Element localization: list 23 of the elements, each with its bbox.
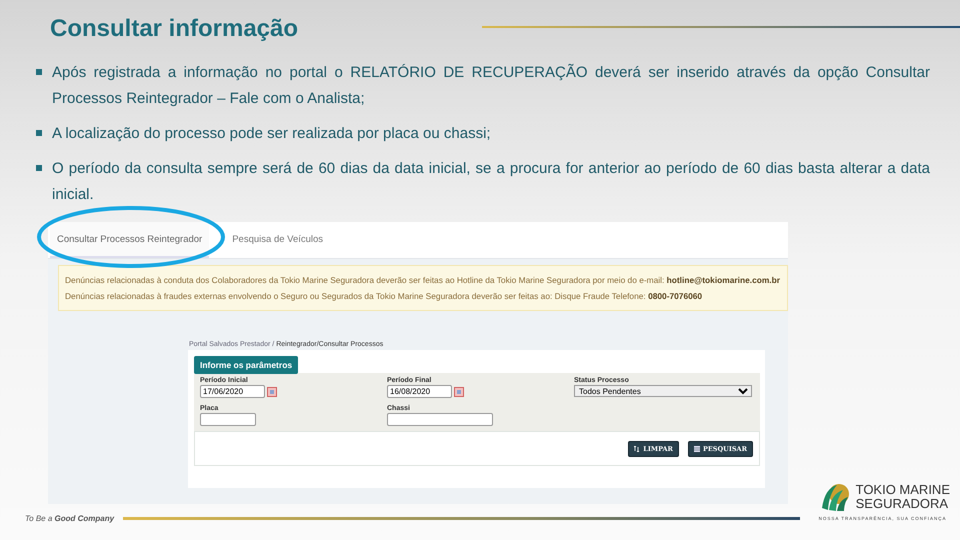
logo-name: TOKIO MARINE: [856, 483, 950, 497]
notice-text: Denúncias relacionadas à conduta dos Colaboradores da Tokio Marine Seguradora deverão ser feitas ao Hotline da Tokio Marine Seguradora por meio do e-mail: hotline@tokiomarine.com.br: [65, 275, 781, 285]
slide-title: Consultar informação: [50, 15, 298, 43]
text-field[interactable]: [200, 413, 256, 426]
notice-text: Denúncias relacionadas à fraudes externas envolvendo o Seguro ou Segurados da Tokio Marine Seguradora deverão ser feitas ao: Disque Fraude Telefone: 0800-7076060: [65, 291, 704, 301]
text-field[interactable]: [387, 413, 493, 426]
bullet-icon: [36, 130, 42, 136]
bullet-text: A localização do processo pode ser realizada por placa ou chassi;: [52, 124, 492, 144]
bullet-text: Após registrada a informação no portal o RELATÓRIO DE RECUPERAÇÃO deverá ser inserido através da opção Consultar Processos Reintegrador – Fale com o Analista;: [52, 62, 930, 109]
calendar-icon[interactable]: [267, 386, 277, 396]
portal-tab[interactable]: Consultar Processos Reintegrador: [50, 222, 210, 258]
date-field[interactable]: 16/08/2020: [387, 385, 452, 398]
status-select[interactable]: Todos Pendentes: [574, 385, 752, 397]
bullet-icon: [36, 165, 42, 171]
date-field[interactable]: 17/06/2020: [200, 385, 265, 398]
slogan-text: To Be a Good Company: [25, 514, 114, 523]
bullet-text: O período da consulta sempre será de 60 dias da data inicial, se a procura for anterior ao período de 60 dias basta alterar a data inicial.: [52, 159, 930, 205]
form-legend: Informe os parâmetros: [194, 356, 298, 374]
swap-icon: [634, 446, 640, 452]
bullet-icon: [36, 69, 42, 75]
list-icon: [694, 446, 700, 452]
calendar-icon[interactable]: [454, 386, 464, 396]
logo-name: SEGURADORA: [856, 497, 950, 511]
